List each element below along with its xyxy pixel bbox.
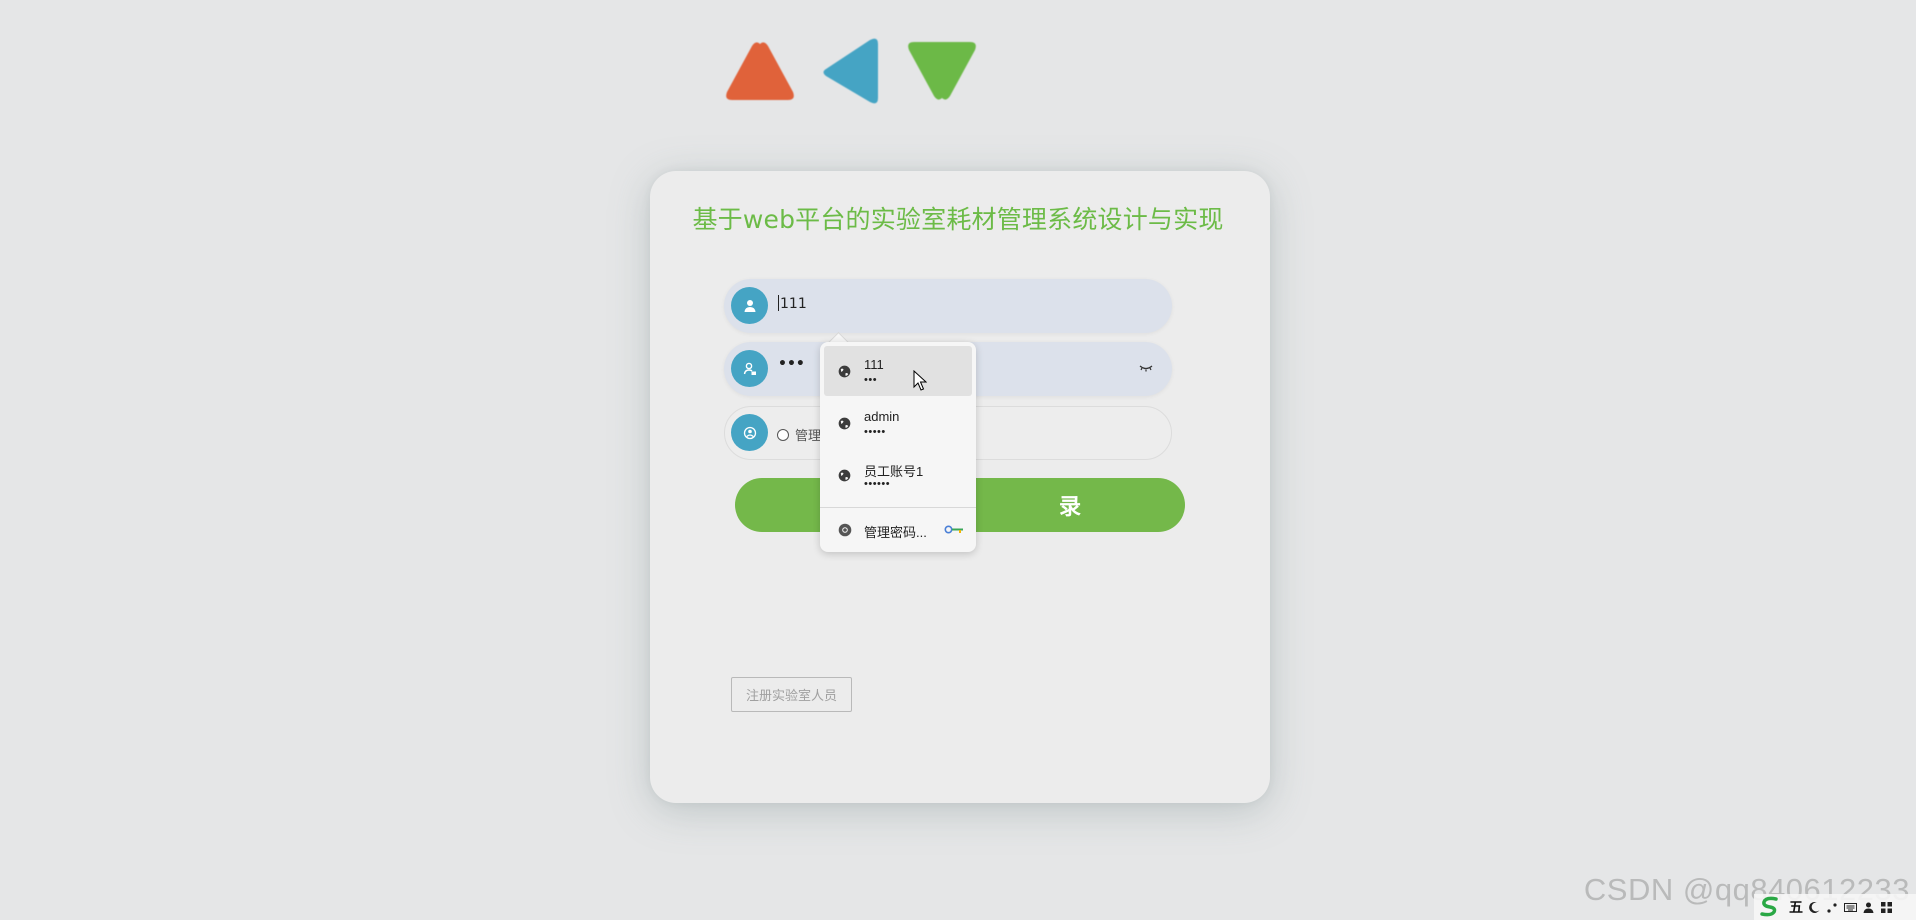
autofill-username: 111 bbox=[864, 357, 884, 372]
moon-icon[interactable] bbox=[1808, 901, 1821, 914]
key-icon bbox=[944, 525, 963, 534]
autofill-entry[interactable]: 111 ••• bbox=[824, 346, 972, 396]
username-input[interactable]: 111 bbox=[778, 295, 807, 312]
register-button[interactable]: 注册实验室人员 bbox=[731, 677, 852, 712]
grid-icon[interactable] bbox=[1880, 901, 1893, 914]
page-title: 基于web平台的实验室耗材管理系统设计与实现 bbox=[692, 205, 1224, 234]
keyboard-icon[interactable] bbox=[1844, 901, 1857, 914]
globe-icon bbox=[838, 365, 851, 378]
punctuation-icon[interactable] bbox=[1826, 901, 1839, 914]
manage-passwords-label: 管理密码... bbox=[864, 525, 927, 540]
ime-toolbar[interactable]: 五 bbox=[1754, 894, 1916, 920]
triangle-left-icon bbox=[812, 36, 892, 106]
globe-icon bbox=[838, 469, 851, 482]
ime-logo-icon bbox=[1760, 896, 1778, 917]
mouse-cursor-icon bbox=[913, 370, 927, 391]
logo bbox=[720, 36, 990, 106]
password-autofill-popup: 111 ••• admin ••••• 员工账号1 •••••• 管理密码... bbox=[820, 342, 976, 552]
autofill-username: admin bbox=[864, 409, 900, 424]
lock-user-icon bbox=[731, 350, 768, 387]
divider bbox=[820, 507, 976, 508]
chrome-icon bbox=[838, 523, 852, 537]
role-option-label: 管理 bbox=[795, 429, 822, 444]
eye-closed-icon[interactable] bbox=[1138, 360, 1154, 374]
autofill-password: •••••• bbox=[864, 478, 891, 490]
ime-mode-label[interactable]: 五 bbox=[1789, 897, 1803, 917]
radio-button[interactable] bbox=[777, 428, 789, 441]
triangle-down-icon bbox=[902, 36, 982, 106]
login-page: 基于web平台的实验室耗材管理系统设计与实现 111 ••• 管理 录 注册实验… bbox=[0, 0, 1916, 920]
role-icon bbox=[731, 414, 768, 451]
globe-icon bbox=[838, 417, 851, 430]
password-input[interactable]: ••• bbox=[778, 356, 805, 372]
manage-passwords-item[interactable]: 管理密码... bbox=[824, 514, 972, 544]
autofill-password: ••• bbox=[864, 374, 878, 386]
triangle-up-icon bbox=[720, 36, 800, 106]
autofill-entry[interactable]: 员工账号1 •••••• bbox=[824, 450, 972, 500]
autofill-entry[interactable]: admin ••••• bbox=[824, 398, 972, 448]
user-icon[interactable] bbox=[1862, 901, 1875, 914]
autofill-password: ••••• bbox=[864, 426, 886, 438]
role-option-admin[interactable]: 管理 bbox=[777, 425, 821, 444]
user-icon bbox=[731, 287, 768, 324]
username-field[interactable]: 111 bbox=[724, 279, 1172, 333]
